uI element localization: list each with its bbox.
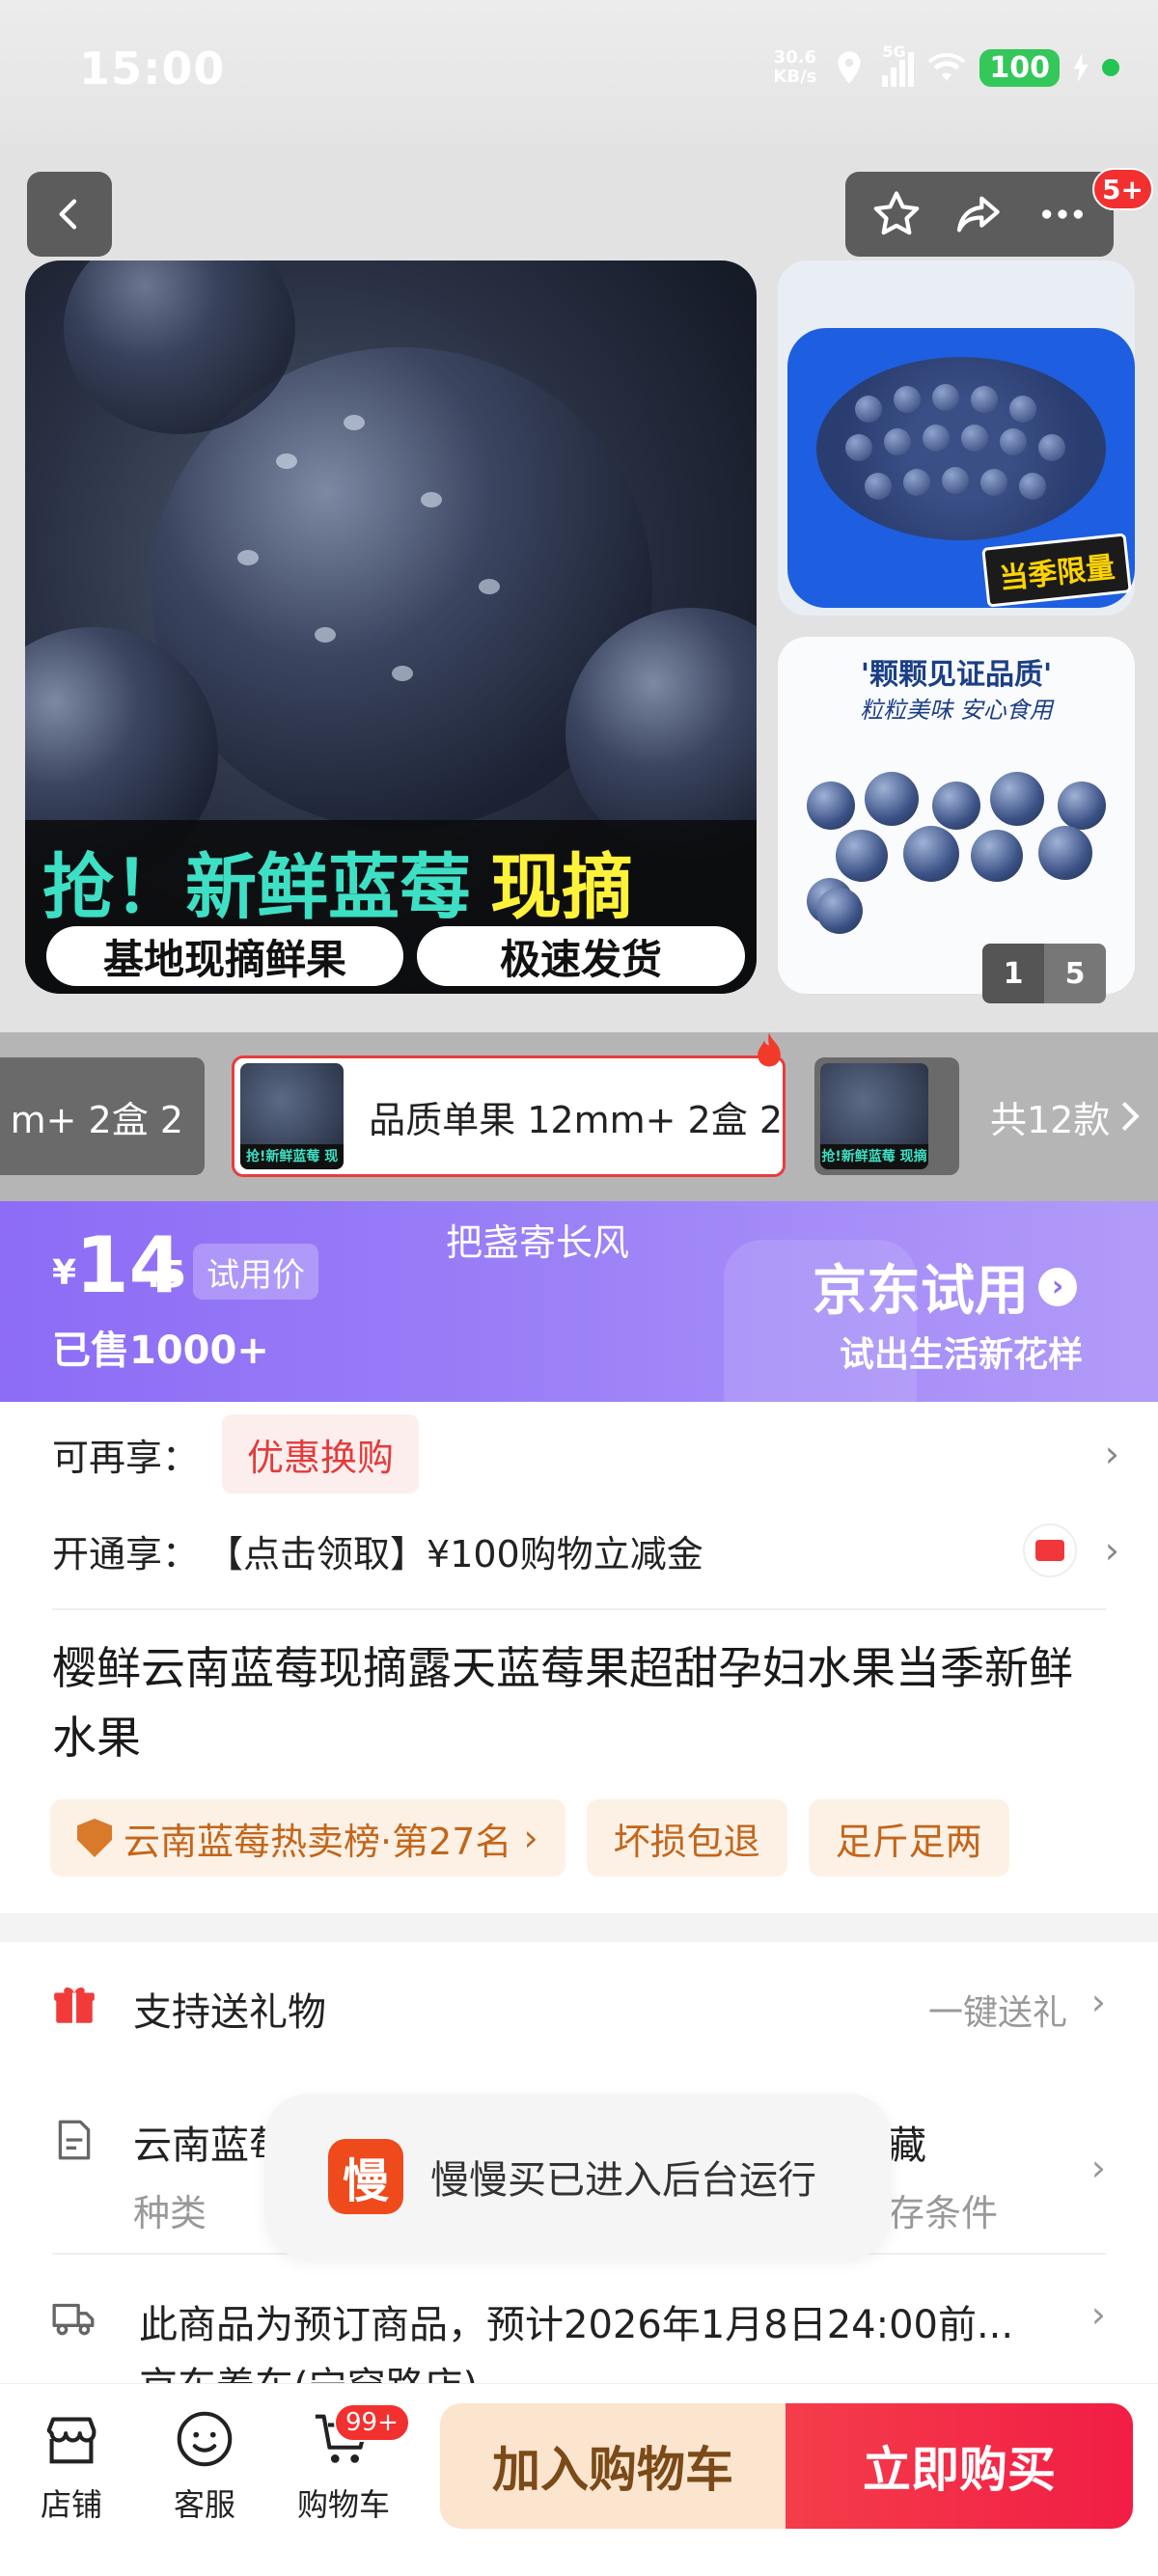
main-image-pill-right: 极速发货: [417, 926, 745, 986]
side-image-basket[interactable]: 当季限量: [778, 260, 1135, 616]
image-counter: 1 5: [982, 944, 1106, 1003]
gift-action[interactable]: 一键送礼: [928, 1985, 1067, 2035]
variant-selector: m+ 2盒 2 抢!新鲜蓝莓 现摘 品质单果 12mm+ 2盒 2 抢!新鲜蓝莓…: [0, 1032, 1158, 1201]
status-icons: 30.6 KB/s 5G 100: [773, 39, 1119, 96]
privacy-dot: [1102, 59, 1119, 76]
buy-now-button[interactable]: 立即购买: [786, 2403, 1133, 2529]
status-bar: 15:00 30.6 KB/s 5G 100: [0, 0, 1158, 145]
background-run-toast: 慢 慢慢买已进入后台运行: [264, 2094, 892, 2260]
gift-icon: [54, 1987, 95, 2023]
variant-option-next[interactable]: 抢!新鲜蓝莓 现摘: [814, 1057, 959, 1175]
star-icon: [873, 191, 920, 235]
more-button[interactable]: [1029, 180, 1096, 248]
share-icon: [956, 196, 1000, 233]
add-to-cart-button[interactable]: 加入购物车: [440, 2403, 786, 2529]
chevron-right-icon: ›: [1038, 1267, 1077, 1306]
chevron-right-icon: ›: [523, 1817, 538, 1859]
back-arrow-icon: [59, 199, 77, 230]
damage-refund-tag[interactable]: 坏损包退: [586, 1799, 787, 1877]
store-icon: [46, 2417, 96, 2464]
price-currency: ¥: [52, 1253, 77, 1293]
coupon-icon: [1023, 1523, 1077, 1577]
quality-headline: '颗颗见证品质': [860, 658, 1053, 692]
top-actions: [845, 172, 1114, 257]
chevron-right-icon: [1122, 1101, 1141, 1132]
membership-offer: 【点击领取】¥100购物立减金: [207, 1532, 703, 1576]
battery-indicator: 100: [979, 48, 1060, 87]
cart-count-badge: 99+: [334, 2403, 410, 2442]
jd-trial-slogan: 试出生活新花样: [840, 1335, 1084, 1375]
gift-row[interactable]: 支持送礼物 一键送礼 ›: [0, 1942, 1158, 2068]
reenjoy-row[interactable]: 可再享： 优惠换购 ›: [52, 1410, 1119, 1498]
service-icon: [177, 2411, 233, 2467]
message-badge: 5+: [1092, 168, 1153, 210]
full-weight-tag[interactable]: 足斤足两: [808, 1799, 1009, 1877]
favorite-button[interactable]: [863, 180, 930, 248]
chevron-right-icon: ›: [1090, 1981, 1106, 2023]
trial-price-banner[interactable]: ¥ 14 .5 试用价 把盏寄长风 已售1000+ 京东试用 › 试出生活新花样: [0, 1201, 1158, 1402]
fire-icon: [758, 1032, 781, 1067]
variant-thumbnail: 抢!新鲜蓝莓 现摘: [240, 1063, 345, 1169]
trial-price-tag: 试用价: [193, 1244, 318, 1300]
more-icon: [1042, 209, 1083, 219]
store-button[interactable]: 店铺: [14, 2405, 129, 2525]
chevron-right-icon: ›: [1104, 1433, 1119, 1475]
ranking-tag[interactable]: 云南蓝莓热卖榜·第27名 ›: [50, 1799, 565, 1877]
chevron-right-icon: ›: [1104, 1529, 1119, 1572]
main-product-image[interactable]: 抢！新鲜蓝莓 现摘 基地现摘鲜果 极速发货: [25, 260, 757, 994]
gift-label: 支持送礼物: [133, 1990, 326, 2035]
product-gallery: 5+ 抢！新鲜蓝莓 现摘 基地现摘鲜果 极速发货 当季限量 '颗颗见证品质' 粒粒…: [0, 145, 1158, 1032]
variant-label: 品质单果 12mm+ 2盒 2: [369, 1098, 783, 1141]
bottom-action-bar: 店铺 客服 购物车 99+ 加入购物车 立即购买: [0, 2383, 1158, 2576]
main-image-pill-left: 基地现摘鲜果: [46, 926, 403, 986]
signal-icon: 5G: [882, 42, 915, 87]
toast-message: 慢慢买已进入后台运行: [430, 2158, 816, 2203]
reenjoy-label: 可再享：: [52, 1436, 200, 1479]
presale-notice: 此商品为预订商品，预计2026年1月8日24:00前...: [139, 2303, 1014, 2347]
variant-option-prev[interactable]: m+ 2盒 2: [0, 1057, 205, 1175]
location-icon: [838, 51, 862, 84]
net-speed: 30.6 KB/s: [773, 47, 817, 87]
product-tags: 云南蓝莓热卖榜·第27名 › 坏损包退 足斤足两: [50, 1799, 1009, 1877]
document-icon: [58, 2120, 91, 2160]
network-type: 5G: [882, 42, 906, 61]
quality-subline: 粒粒美味 安心食用: [860, 697, 1053, 724]
membership-row[interactable]: 开通享： 【点击领取】¥100购物立减金 ›: [52, 1510, 1119, 1591]
variant-thumbnail: 抢!新鲜蓝莓 现摘: [820, 1063, 928, 1169]
variant-option-selected[interactable]: 抢!新鲜蓝莓 现摘 品质单果 12mm+ 2盒 2: [232, 1055, 786, 1177]
ranking-badge-icon: [77, 1819, 112, 1857]
membership-label: 开通享：: [52, 1532, 200, 1576]
sold-count: 已售1000+: [52, 1329, 269, 1373]
share-button[interactable]: [946, 180, 1013, 248]
product-title: 樱鲜云南蓝莓现摘露天蓝莓果超甜孕妇水果当季新鲜水果: [52, 1642, 1073, 1764]
status-time: 15:00: [79, 42, 226, 95]
product-info-card: 可再享： 优惠换购 › 开通享： 【点击领取】¥100购物立减金 › 樱鲜云南蓝…: [0, 1402, 1158, 1913]
discount-exchange-chip[interactable]: 优惠换购: [222, 1414, 420, 1494]
charging-icon: [1073, 53, 1089, 82]
spec-sub-tail: 存条件: [888, 2192, 999, 2234]
spec-label-tail: 藏: [888, 2124, 926, 2168]
back-button[interactable]: [27, 172, 112, 257]
chevron-right-icon: ›: [1090, 2293, 1106, 2336]
main-image-headline: 抢！新鲜蓝莓 现摘: [42, 846, 633, 929]
customer-service-button[interactable]: 客服: [147, 2405, 262, 2525]
banner-center-text: 把盏寄长风: [446, 1221, 630, 1264]
truck-icon: [52, 2303, 95, 2336]
side-image-quality[interactable]: '颗颗见证品质' 粒粒美味 安心食用: [778, 637, 1135, 994]
spec-sub: 种类: [133, 2192, 207, 2234]
jd-trial-brand: 京东试用 ›: [813, 1247, 1077, 1326]
main-image-banner: 抢！新鲜蓝莓 现摘 基地现摘鲜果 极速发货: [25, 820, 757, 994]
manmanbuy-logo-icon: 慢: [328, 2139, 403, 2214]
wifi-icon: [928, 53, 966, 81]
variant-total-button[interactable]: 共12款: [965, 1057, 1158, 1175]
chevron-right-icon: ›: [1090, 2147, 1106, 2189]
price-decimal: .5: [147, 1253, 186, 1296]
